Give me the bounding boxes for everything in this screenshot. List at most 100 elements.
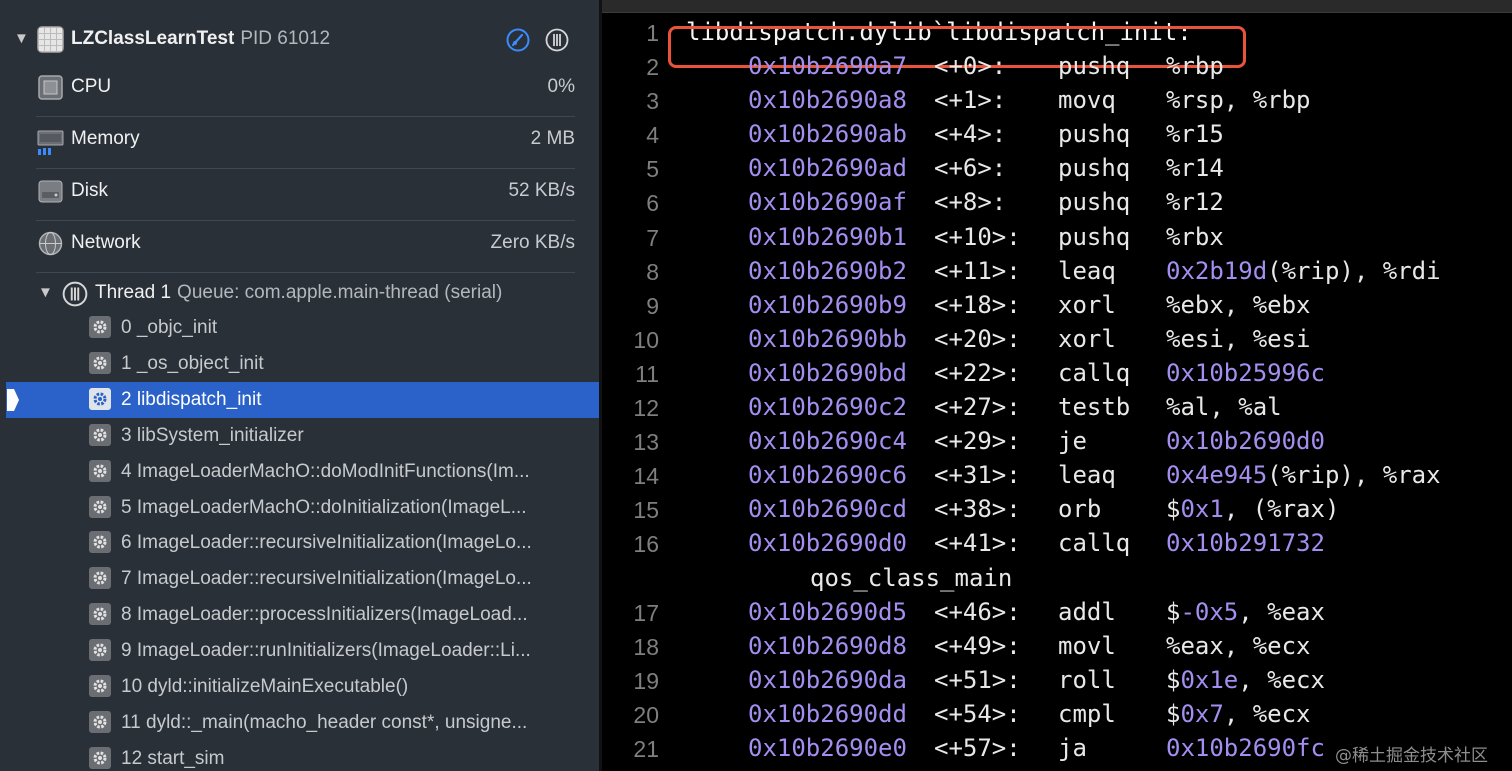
instruction-operands: %eax, %ecx bbox=[1166, 632, 1311, 660]
stack-frame[interactable]: 4 ImageLoaderMachO::doModInitFunctions(I… bbox=[6, 454, 599, 490]
instruction-address: 0x10b2690bb bbox=[748, 324, 907, 353]
stack-frame[interactable]: 6 ImageLoader::recursiveInitialization(I… bbox=[6, 525, 599, 561]
instruction-offset: <+54>: bbox=[934, 699, 1021, 728]
operand-text: %eax, %ecx bbox=[1166, 631, 1311, 660]
operand-number: 0x10b2690d0 bbox=[1166, 427, 1325, 456]
instruction-operands: $-0x5, %eax bbox=[1166, 598, 1325, 626]
debug-gauges-icon[interactable] bbox=[506, 28, 530, 52]
stack-frame-label: 12 start_sim bbox=[121, 747, 225, 769]
instruction-offset: <+11>: bbox=[934, 256, 1021, 285]
stack-frame[interactable]: 9 ImageLoader::runInitializers(ImageLoad… bbox=[6, 633, 599, 669]
instruction-operands: %esi, %esi bbox=[1166, 325, 1311, 353]
thread-icon bbox=[62, 281, 88, 307]
line-number: 7 bbox=[646, 224, 659, 251]
memory-icon bbox=[37, 130, 64, 155]
gear-icon bbox=[89, 423, 111, 446]
instruction-address: 0x10b2690b2 bbox=[748, 256, 907, 285]
disclosure-triangle-icon[interactable]: ▼ bbox=[14, 30, 29, 47]
stack-frame[interactable]: 3 libSystem_initializer bbox=[6, 418, 599, 454]
instruction-offset: <+20>: bbox=[934, 324, 1021, 353]
instruction-mnemonic: callq bbox=[1058, 358, 1131, 387]
process-pid: PID 61012 bbox=[240, 28, 331, 49]
instruction-offset: <+10>: bbox=[934, 222, 1021, 251]
gauge-network[interactable]: Network Zero KB/s bbox=[0, 218, 599, 270]
threads-view-icon[interactable] bbox=[545, 28, 569, 52]
divider bbox=[36, 272, 575, 273]
operand-text: %rsp, %rbp bbox=[1166, 86, 1311, 115]
code-line: 18 0x10b2690d8 <+49>: movl %eax, %ecx bbox=[602, 632, 1512, 666]
stack-frame[interactable]: 5 ImageLoaderMachO::doInitialization(Ima… bbox=[6, 490, 599, 526]
code-line: 2 0x10b2690a7 <+0>: pushq %rbp bbox=[602, 52, 1512, 86]
instruction-operands: %rbx bbox=[1166, 223, 1224, 251]
gear-icon bbox=[89, 351, 111, 374]
stack-frame-label: 10 dyld::initializeMainExecutable() bbox=[121, 676, 409, 697]
instruction-mnemonic: callq bbox=[1058, 529, 1131, 558]
stack-frame[interactable]: 10 dyld::initializeMainExecutable() bbox=[6, 669, 599, 705]
stack-frame[interactable]: 8 ImageLoader::processInitializers(Image… bbox=[6, 597, 599, 633]
instruction-address: 0x10b2690c4 bbox=[748, 427, 907, 456]
stack-frame-label: 1 _os_object_init bbox=[121, 352, 264, 374]
process-name: LZClassLearnTest bbox=[71, 28, 235, 49]
process-title: LZClassLearnTest PID 61012 bbox=[71, 28, 330, 50]
process-row[interactable]: ▼ LZClassLearnTest PID 61012 bbox=[0, 18, 599, 62]
operand-number: 0x4e945 bbox=[1166, 461, 1268, 490]
call-target-symbol: qos_class_main bbox=[810, 563, 1013, 592]
stack-frame-label: 3 libSystem_initializer bbox=[121, 424, 304, 446]
disassembly-editor[interactable]: 1 libdispatch.dylib`libdispatch_init: 20… bbox=[602, 0, 1512, 771]
instruction-operands: $0x7, %ecx bbox=[1166, 700, 1311, 728]
operand-text: (%rip), %rax bbox=[1267, 461, 1441, 490]
instruction-address: 0x10b2690af bbox=[748, 188, 907, 217]
gear-icon bbox=[89, 495, 111, 518]
app-icon bbox=[37, 26, 64, 53]
instruction-operands: %rbp bbox=[1166, 52, 1224, 80]
stack-frame[interactable]: 0 _objc_init bbox=[6, 310, 599, 346]
watermark: @稀土掘金技术社区 bbox=[1335, 746, 1488, 766]
instruction-operands: 0x10b291732 bbox=[1166, 529, 1325, 557]
instruction-mnemonic: leaq bbox=[1058, 461, 1116, 490]
instruction-mnemonic: leaq bbox=[1058, 256, 1116, 285]
instruction-address: 0x10b2690d0 bbox=[748, 529, 907, 558]
gauge-value: 52 KB/s bbox=[508, 180, 575, 201]
stack-frame[interactable]: 2 libdispatch_init bbox=[6, 381, 599, 418]
stack-frame[interactable]: 11 dyld::_main(macho_header const*, unsi… bbox=[6, 705, 599, 741]
line-number: 10 bbox=[633, 326, 659, 353]
stack-frame[interactable]: 12 start_sim bbox=[6, 741, 599, 771]
instruction-mnemonic: testb bbox=[1058, 393, 1131, 421]
gauge-disk[interactable]: Disk 52 KB/s bbox=[0, 166, 599, 218]
instruction-offset: <+22>: bbox=[934, 358, 1021, 387]
instruction-offset: <+4>: bbox=[934, 120, 1007, 149]
instruction-offset: <+49>: bbox=[934, 631, 1021, 660]
instruction-offset: <+29>: bbox=[934, 427, 1021, 456]
line-number: 1 bbox=[646, 20, 659, 46]
instruction-address: 0x10b2690bd bbox=[748, 358, 907, 387]
gauge-label: CPU bbox=[71, 76, 112, 97]
thread-row[interactable]: ▼ Thread 1 Queue: com.apple.main-thread (… bbox=[0, 276, 599, 310]
line-number: 15 bbox=[633, 497, 659, 524]
instruction-address: 0x10b2690d8 bbox=[748, 631, 907, 660]
gear-icon bbox=[89, 675, 111, 697]
instruction-operands: 0x10b2690fc bbox=[1166, 734, 1325, 762]
stack-frame-label: 9 ImageLoader::runInitializers(ImageLoad… bbox=[121, 640, 531, 662]
instruction-mnemonic: ja bbox=[1058, 734, 1087, 762]
line-number: 14 bbox=[633, 463, 659, 490]
code-line: 10 0x10b2690bb <+20>: xorl %esi, %esi bbox=[602, 325, 1512, 359]
stack-frame[interactable]: 1 _os_object_init bbox=[6, 346, 599, 382]
line-number: 6 bbox=[646, 190, 659, 217]
instruction-operands: 0x4e945(%rip), %rax bbox=[1166, 461, 1441, 489]
gauge-value: 2 MB bbox=[530, 128, 575, 149]
code-line: 9 0x10b2690b9 <+18>: xorl %ebx, %ebx bbox=[602, 291, 1512, 325]
stack-frame[interactable]: 7 ImageLoader::recursiveInitialization(I… bbox=[6, 561, 599, 597]
code-line: 4 0x10b2690ab <+4>: pushq %r15 bbox=[602, 120, 1512, 154]
code-line: 5 0x10b2690ad <+6>: pushq %r14 bbox=[602, 154, 1512, 188]
disassembly-view[interactable]: 1 libdispatch.dylib`libdispatch_init: 20… bbox=[602, 13, 1512, 771]
operand-number: 0x10b25996c bbox=[1166, 358, 1325, 387]
stack-frame-label: 6 ImageLoader::recursiveInitialization(I… bbox=[121, 532, 532, 554]
stack-frame-label: 4 ImageLoaderMachO::doModInitFunctions(I… bbox=[121, 460, 530, 482]
disclosure-triangle-icon[interactable]: ▼ bbox=[38, 284, 53, 301]
code-line: 17 0x10b2690d5 <+46>: addl $-0x5, %eax bbox=[602, 598, 1512, 632]
gauge-cpu[interactable]: CPU 0% bbox=[0, 62, 599, 114]
gauge-label: Network bbox=[71, 232, 141, 253]
instruction-address: 0x10b2690e0 bbox=[748, 734, 907, 762]
gauge-memory[interactable]: Memory 2 MB bbox=[0, 114, 599, 166]
operand-text: $ bbox=[1166, 665, 1181, 694]
